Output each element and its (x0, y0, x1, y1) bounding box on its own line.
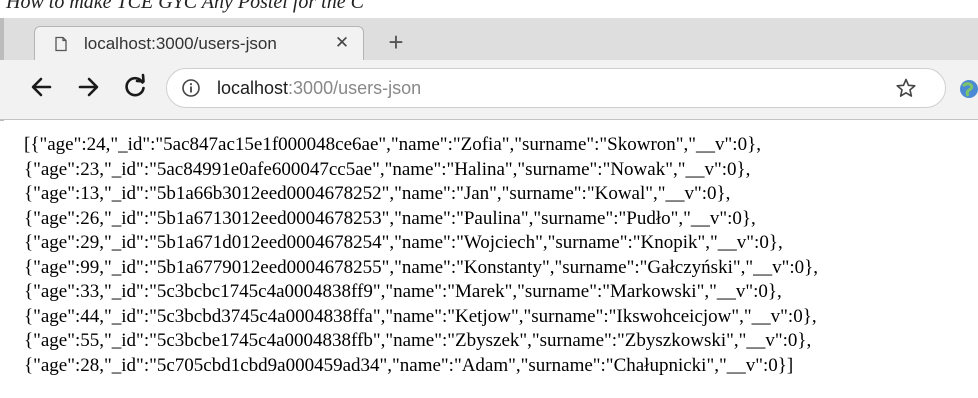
json-response: [{"age":24,"_id":"5ac847ac15e1f000048ce6… (24, 133, 974, 378)
arrow-right-icon[interactable] (72, 70, 106, 104)
json-line: {"age":29,"_id":"5b1a671d012eed000467825… (24, 232, 783, 253)
extension-icon[interactable] (958, 78, 978, 100)
json-line: {"age":44,"_id":"5c3bcbd3745c4a0004838ff… (24, 305, 817, 327)
url-host: localhost (217, 78, 289, 98)
page-content: [{"age":24,"_id":"5ac847ac15e1f000048ce6… (0, 121, 978, 398)
json-line: {"age":13,"_id":"5b1a66b3012eed000467825… (24, 183, 731, 204)
star-icon[interactable] (895, 77, 917, 99)
tab-title: localhost:3000/users-json (84, 34, 277, 53)
plus-icon[interactable]: + (380, 26, 412, 60)
json-line: {"age":28,"_id":"5c705cbd1cbd9a000459ad3… (24, 354, 794, 376)
json-line: {"age":55,"_id":"5c3bcbe1745c4a0004838ff… (24, 330, 812, 351)
reload-icon[interactable] (118, 70, 152, 104)
json-line: {"age":23,"_id":"5ac84991e0afe600047cc5a… (24, 158, 751, 180)
cropped-caption-text: How to make TCE GYC Any Postel for the C (6, 0, 364, 13)
json-line: {"age":33,"_id":"5c3bcbc1745c4a0004838ff… (24, 281, 782, 302)
close-icon[interactable]: ✕ (331, 32, 353, 54)
json-line: [{"age":24,"_id":"5ac847ac15e1f000048ce6… (24, 134, 761, 155)
toolbar: localhost:3000/users-json (0, 60, 978, 120)
json-line: {"age":26,"_id":"5b1a6713012eed000467825… (24, 207, 756, 229)
tab-active[interactable]: localhost:3000/users-json ✕ (34, 26, 364, 60)
page-icon (53, 36, 69, 52)
json-line: {"age":99,"_id":"5b1a6779012eed000467825… (24, 256, 819, 278)
url-path: :3000/users-json (288, 78, 422, 98)
address-text[interactable]: localhost:3000/users-json (217, 77, 421, 99)
address-bar[interactable]: localhost:3000/users-json (166, 68, 946, 108)
cropped-caption: How to make TCE GYC Any Postel for the C (0, 0, 978, 18)
arrow-left-icon[interactable] (24, 70, 58, 104)
info-icon[interactable] (181, 78, 201, 98)
